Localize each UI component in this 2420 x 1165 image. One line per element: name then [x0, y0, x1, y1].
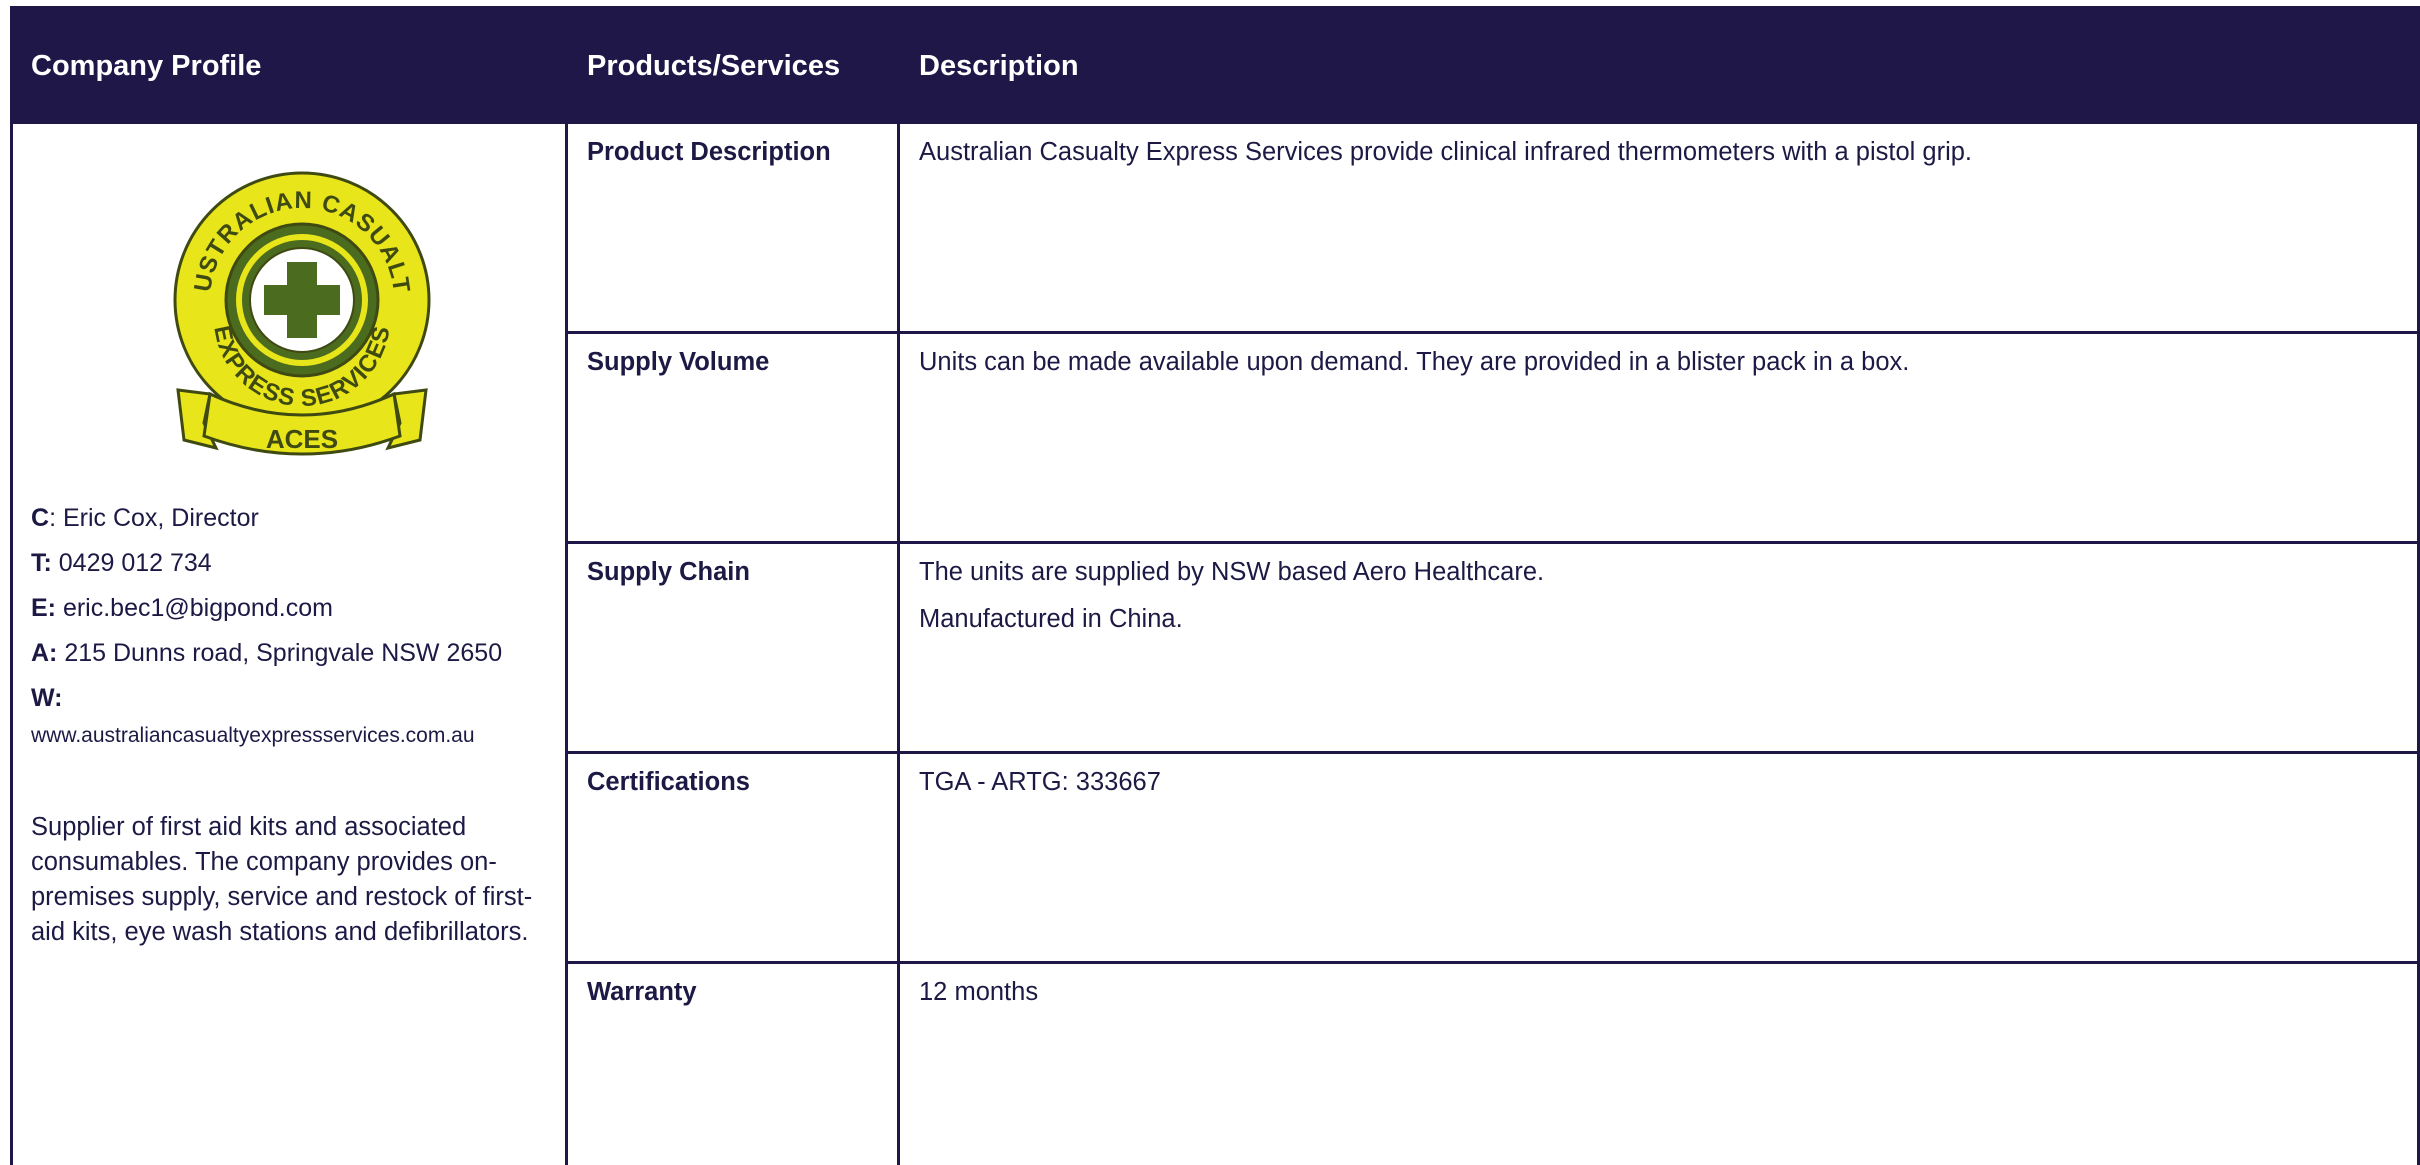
contact-website-label: W: — [31, 684, 63, 712]
header-description: Description — [919, 50, 1079, 82]
contact-person-label: C — [31, 504, 50, 532]
contact-phone-label: T: — [31, 549, 52, 577]
row-value-supply-chain-line-2: Manufactured in China. — [919, 605, 1183, 633]
row-divider — [567, 751, 2420, 754]
border-left — [10, 124, 13, 1165]
row-divider — [567, 541, 2420, 544]
contact-person: C: Eric Cox, Director — [31, 503, 259, 533]
row-value-supply-chain-line-1: The units are supplied by NSW based Aero… — [919, 558, 1545, 586]
header-products-services: Products/Services — [587, 50, 841, 82]
logo-banner-text: ACES — [266, 424, 338, 454]
contact-email-value[interactable]: eric.bec1@bigpond.com — [56, 594, 333, 622]
contact-email-label: E: — [31, 594, 56, 622]
contact-website-value[interactable]: www.australiancasualtyexpressservices.co… — [31, 724, 475, 748]
table-header: Company Profile Products/Services Descri… — [10, 6, 2420, 124]
company-description: Supplier of first aid kits and associate… — [31, 813, 533, 946]
row-label-certifications: Certifications — [587, 768, 750, 796]
contact-website: W: — [31, 683, 62, 713]
row-label-warranty: Warranty — [587, 978, 697, 1006]
company-profile-sheet: Company Profile Products/Services Descri… — [0, 0, 2420, 1165]
aces-logo-icon: AUSTRALIAN CASUALTY EXPRESS SERVICES ACE… — [170, 168, 431, 456]
row-divider — [567, 961, 2420, 964]
row-label-product-description: Product Description — [587, 138, 831, 166]
contact-address-label: A: — [31, 639, 58, 667]
row-value-product-description: Australian Casualty Express Services pro… — [919, 138, 1973, 166]
row-value-supply-volume: Units can be made available upon demand.… — [919, 348, 1910, 376]
contact-address-value: 215 Dunns road, Springvale NSW 2650 — [57, 639, 503, 667]
row-label-supply-volume: Supply Volume — [587, 348, 770, 376]
contact-address: A: 215 Dunns road, Springvale NSW 2650 — [31, 638, 502, 668]
row-value-warranty: 12 months — [919, 978, 1039, 1006]
contact-phone: T: 0429 012 734 — [31, 548, 212, 578]
header-company-profile: Company Profile — [31, 50, 262, 82]
contact-person-value: : Eric Cox, Director — [49, 504, 259, 532]
row-value-certifications: TGA - ARTG: 333667 — [919, 768, 1161, 796]
column-divider-1 — [565, 124, 568, 1165]
contact-phone-value: 0429 012 734 — [51, 549, 212, 577]
contact-email: E: eric.bec1@bigpond.com — [31, 593, 333, 623]
row-divider — [567, 331, 2420, 334]
row-label-supply-chain: Supply Chain — [587, 558, 750, 586]
column-divider-2 — [897, 124, 900, 1165]
